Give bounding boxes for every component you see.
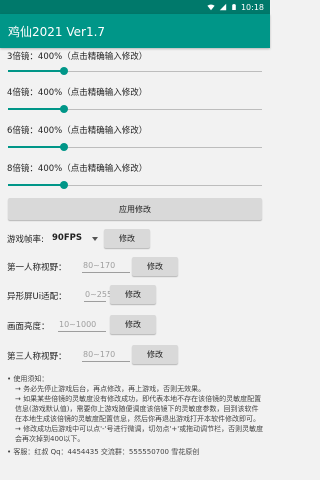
zoom-3x-slider[interactable] [8, 67, 262, 75]
ui-adapt-label: 异形屏Ui适配： [7, 292, 67, 302]
battery-icon [232, 4, 236, 10]
app-bar: 鸡仙2021 Ver1.7 [0, 14, 270, 48]
fov-first-label: 第一人称视野： [7, 263, 67, 273]
note-item: → 修改成功后游戏中可以点'-'号进行微调，切勿点'+'或拖动调节栏，否则灵敏度… [15, 425, 264, 443]
wifi-icon [207, 4, 215, 11]
framerate-label: 游戏帧率: [7, 235, 44, 245]
slider-thumb[interactable] [60, 105, 68, 113]
note-item: → 务必先停止游戏后台，再点修改，再上游戏，否则无效果。 [15, 385, 206, 393]
framerate-modify-button[interactable]: 修改 [104, 229, 150, 248]
fov-third-input[interactable]: 80~170 [82, 347, 130, 362]
slider-thumb[interactable] [60, 143, 68, 151]
note-item: → 如果某些倍镜的灵敏度没有修改成功，即代表本地不存在该倍镜的灵敏度配置信息(游… [15, 395, 262, 423]
zoom-3x-label[interactable]: 3倍镜：400%（点击精确输入修改） [7, 50, 147, 62]
fov-third-label: 第三人称视野： [7, 352, 67, 362]
brightness-label: 画面亮度： [7, 322, 50, 332]
usage-notes: • 使用须知： → 务必先停止游戏后台，再点修改，再上游戏，否则无效果。 → 如… [7, 374, 265, 457]
notes-heading: • 使用须知： [7, 375, 49, 383]
framerate-select[interactable]: 90FPS [52, 233, 82, 243]
zoom-8x-slider[interactable] [8, 181, 262, 189]
status-bar: 10:18 [0, 0, 270, 14]
zoom-4x-slider[interactable] [8, 105, 262, 113]
fov-first-modify-button[interactable]: 修改 [132, 257, 178, 276]
signal-icon [219, 3, 227, 11]
zoom-8x-label[interactable]: 8倍镜：400%（点击精确输入修改） [7, 162, 147, 174]
zoom-4x-label[interactable]: 4倍镜：400%（点击精确输入修改） [7, 86, 147, 98]
main-content: 3倍镜：400%（点击精确输入修改） 4倍镜：400%（点击精确输入修改） 6倍… [0, 48, 270, 480]
support-footer: • 客服：红叔 Qq：4454435 交流群：555550700 雪花原创 [7, 448, 200, 456]
brightness-input[interactable]: 10~1000 [58, 317, 106, 332]
ui-adapt-modify-button[interactable]: 修改 [110, 285, 156, 304]
slider-thumb[interactable] [60, 181, 68, 189]
slider-thumb[interactable] [60, 67, 68, 75]
zoom-6x-slider[interactable] [8, 143, 262, 151]
apply-button[interactable]: 应用修改 [8, 198, 262, 220]
status-time: 10:18 [240, 2, 264, 12]
fov-first-input[interactable]: 80~170 [82, 258, 130, 273]
app-title: 鸡仙2021 Ver1.7 [8, 24, 106, 39]
fov-third-modify-button[interactable]: 修改 [132, 345, 178, 364]
ui-adapt-input[interactable]: 0~255 [84, 287, 112, 302]
brightness-modify-button[interactable]: 修改 [110, 315, 156, 334]
dropdown-caret-icon[interactable] [92, 237, 98, 241]
zoom-6x-label[interactable]: 6倍镜：400%（点击精确输入修改） [7, 124, 147, 136]
